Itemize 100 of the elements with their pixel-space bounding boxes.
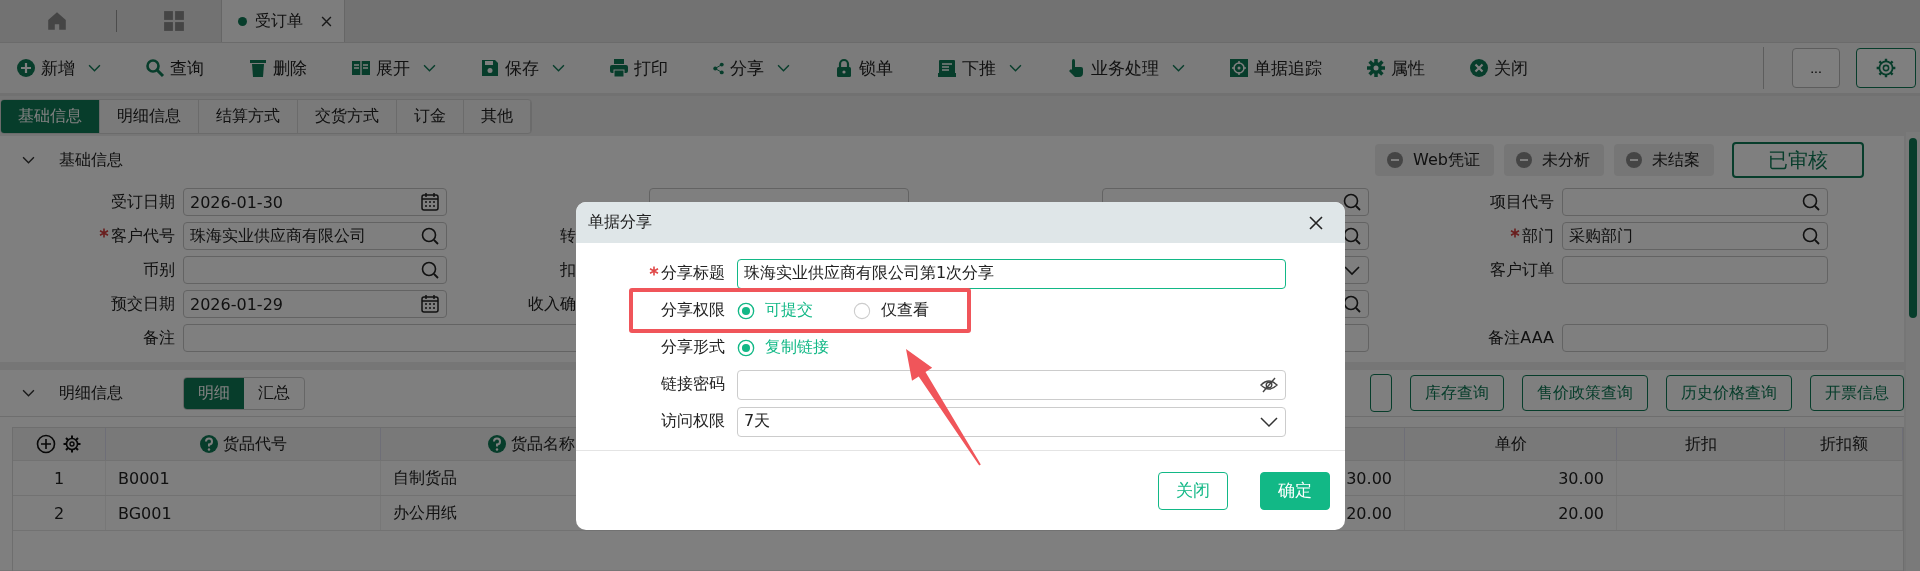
status-badge: 已审核	[1732, 142, 1864, 178]
share-icon	[712, 61, 725, 75]
search-icon[interactable]	[1342, 294, 1362, 314]
minus-icon	[1516, 152, 1532, 168]
chevron-down-icon	[1172, 63, 1185, 73]
status-badge: Web凭证	[1375, 144, 1494, 176]
toolbar-button[interactable]: 分享	[712, 56, 790, 80]
input-field[interactable]: 2026-01-29	[183, 290, 447, 318]
password-field[interactable]	[737, 369, 1286, 400]
minus-icon	[1387, 152, 1404, 168]
field-label: 链接密码	[661, 374, 725, 395]
radio-empty-icon	[853, 301, 871, 320]
minus-icon	[1626, 152, 1642, 168]
table-cell: 20.00	[1346, 503, 1392, 523]
confirm-button[interactable]: 确定	[1260, 471, 1330, 510]
field-label: 收入确	[528, 293, 576, 315]
input-field[interactable]	[1562, 324, 1828, 352]
input-field[interactable]: 珠海实业供应商有限公司	[183, 222, 447, 250]
view-toggle[interactable]: 汇总	[244, 377, 304, 409]
status-badge: 未结案	[1614, 144, 1714, 176]
toolbar-button[interactable]: 新增	[16, 56, 101, 80]
radio-option[interactable]: 可提交	[737, 300, 813, 321]
input-field[interactable]	[1562, 256, 1828, 284]
field-label: 币别	[143, 259, 175, 281]
document-icon	[937, 58, 957, 78]
more-button[interactable]: ...	[1792, 48, 1840, 88]
input-field[interactable]: 采购部门	[1562, 222, 1828, 250]
search-icon[interactable]	[1342, 226, 1362, 246]
column-header-cell: 折扣	[1617, 428, 1785, 460]
field-label: 分享标题	[649, 263, 725, 284]
select-field[interactable]: 7天	[737, 406, 1286, 437]
field-label: 分享权限	[661, 300, 725, 321]
collapse-icon[interactable]	[22, 155, 35, 165]
toolbar-button[interactable]: 打印	[609, 56, 668, 80]
radio-option[interactable]: 复制链接	[737, 337, 829, 358]
cancel-button[interactable]: 关闭	[1158, 471, 1228, 510]
form-tab[interactable]: 订金	[397, 99, 464, 133]
calendar-icon[interactable]	[420, 294, 440, 314]
calendar-icon[interactable]	[420, 192, 440, 212]
form-tab[interactable]: 明细信息	[100, 99, 199, 133]
input-field[interactable]	[1562, 188, 1828, 216]
chevron-down-icon	[1009, 63, 1022, 73]
printer-icon	[609, 58, 629, 78]
column-header-cell: 单价	[1405, 428, 1617, 460]
toolbar-button[interactable]: 下推	[937, 56, 1022, 80]
chevron-down-icon	[423, 63, 436, 73]
radio-checked-icon	[737, 301, 755, 320]
help-icon[interactable]	[486, 434, 507, 454]
column-header-cell: 货品代号	[106, 428, 381, 460]
trash-icon	[248, 58, 268, 78]
help-icon[interactable]	[199, 434, 219, 454]
add-row-icon[interactable]	[36, 434, 56, 454]
search-icon	[145, 58, 165, 78]
title-field[interactable]: 珠海实业供应商有限公司第1次分享	[737, 258, 1286, 289]
toolbar-button[interactable]: 查询	[145, 56, 204, 80]
action-button[interactable]: 库存查询	[1410, 375, 1504, 411]
field-label: 转	[560, 225, 576, 247]
view-toggle[interactable]: 明细	[184, 377, 244, 409]
dialog-title: 单据分享	[588, 212, 652, 233]
field-label: 客户订单	[1490, 259, 1554, 281]
form-tab[interactable]: 基础信息	[1, 99, 100, 133]
toolbar-button[interactable]: 锁单	[834, 56, 893, 80]
settings-icon[interactable]	[62, 434, 82, 454]
toolbar-button[interactable]: 关闭	[1469, 56, 1528, 80]
toolbar-button[interactable]: 单据追踪	[1229, 56, 1322, 80]
action-button[interactable]: 开票信息	[1810, 375, 1904, 411]
field-label: 受订日期	[111, 191, 175, 213]
toolbar-button[interactable]: 删除	[248, 56, 307, 80]
settings-button[interactable]	[1856, 48, 1916, 88]
required-asterisk-icon	[1510, 228, 1520, 238]
required-asterisk-icon	[649, 265, 659, 276]
chevron-down-icon	[552, 63, 565, 73]
action-button[interactable]	[1370, 374, 1392, 412]
plus-circle-icon	[16, 58, 36, 78]
action-button[interactable]: 历史价格查询	[1666, 375, 1792, 411]
field-label: 客户代号	[99, 225, 175, 247]
table-cell: 2	[53, 503, 65, 523]
input-field[interactable]: 2026-01-30	[183, 188, 447, 216]
action-button[interactable]: 售价政策查询	[1522, 375, 1648, 411]
toolbar-button[interactable]: 属性	[1366, 56, 1425, 80]
settings-icon	[1875, 57, 1897, 79]
table-cell: 20.00	[1558, 503, 1604, 523]
form-tab[interactable]: 结算方式	[199, 99, 298, 133]
section-title: 明细信息	[59, 382, 123, 404]
toolbar-button[interactable]: 保存	[480, 56, 565, 80]
search-icon[interactable]	[1342, 192, 1362, 212]
page-tab[interactable]: 受订单	[221, 0, 345, 42]
input-field[interactable]	[183, 256, 447, 284]
scrollbar-thumb[interactable]	[1909, 138, 1917, 318]
required-asterisk-icon	[99, 228, 109, 238]
form-tab[interactable]: 交货方式	[298, 99, 397, 133]
toolbar-button[interactable]: 业务处理	[1066, 56, 1185, 80]
close-icon[interactable]	[1309, 215, 1323, 230]
book-icon	[351, 58, 371, 78]
radio-option[interactable]: 仅查看	[853, 300, 929, 321]
table-cell: B0001	[118, 468, 170, 488]
form-tab[interactable]: 其他	[464, 99, 531, 133]
collapse-icon[interactable]	[22, 388, 35, 398]
toolbar-button[interactable]: 展开	[351, 56, 436, 80]
field-label: 扣	[560, 259, 576, 281]
